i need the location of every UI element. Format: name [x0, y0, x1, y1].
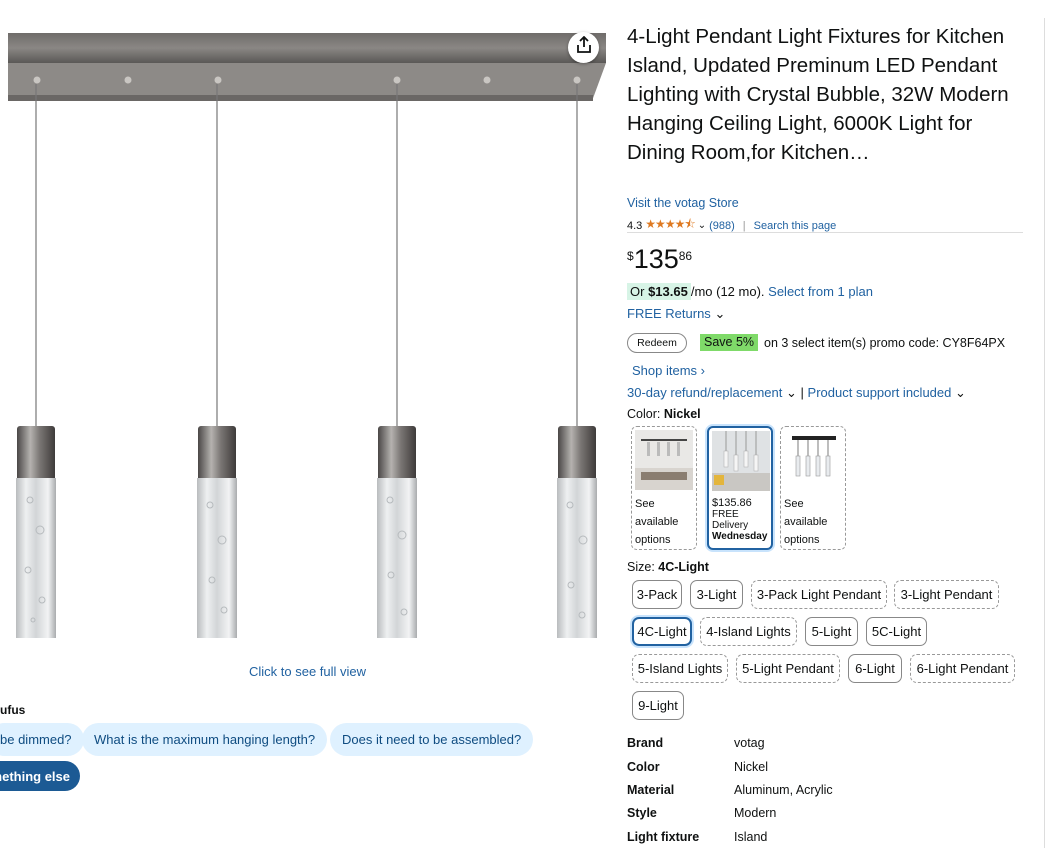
swatch-delivery-day: Wednesday: [712, 531, 768, 542]
rufus-chip-hanging-length[interactable]: What is the maximum hanging length?: [82, 723, 328, 756]
free-returns-label: FREE Returns: [627, 306, 711, 321]
swatch-1-text: See available options: [635, 498, 679, 546]
refund-label: 30-day refund/replacement: [627, 385, 783, 400]
promo-text: on 3 select item(s) promo code: CY8F64PX: [764, 336, 1006, 350]
shop-items-link[interactable]: Shop items ›: [632, 363, 705, 378]
save-badge: Save 5%: [700, 334, 759, 351]
rufus-chip-dimmed[interactable]: be dimmed?: [0, 723, 84, 756]
spec-key-style: Style: [627, 806, 657, 820]
spec-key-brand: Brand: [627, 736, 664, 750]
swatch-fixture-image: [784, 430, 842, 490]
size-label-text: Size:: [627, 560, 655, 574]
chevron-down-icon: ⌄: [786, 385, 797, 400]
size-option-5-light-pendant[interactable]: 5-Light Pendant: [736, 654, 840, 683]
spec-value-material: Aluminum, Acrylic: [734, 783, 833, 797]
size-option-3-pack-light-pendant[interactable]: 3-Pack Light Pendant: [751, 580, 887, 609]
size-option-4-island-lights[interactable]: 4-Island Lights: [700, 617, 797, 646]
size-option-5c-light[interactable]: 5C-Light: [866, 617, 927, 646]
size-option-3-light[interactable]: 3-Light: [690, 580, 743, 609]
product-title: 4-Light Pendant Light Fixtures for Kitch…: [627, 25, 1009, 164]
chevron-down-icon: ⌄: [954, 385, 966, 400]
price-whole: 135: [633, 244, 679, 274]
refund-support-row: 30-day refund/replacement ⌄ | Product su…: [627, 385, 966, 401]
share-button[interactable]: [568, 32, 599, 63]
rating-separator: |: [742, 219, 746, 232]
size-option-3-light-pendant[interactable]: 3-Light Pendant: [894, 580, 999, 609]
monthly-highlight: Or $13.65: [627, 283, 691, 300]
share-icon: [576, 35, 592, 59]
color-swatch-3[interactable]: See available options: [780, 426, 846, 550]
size-option-3-pack[interactable]: 3-Pack: [632, 580, 682, 609]
size-option-4c-light-selected[interactable]: 4C-Light: [632, 617, 692, 646]
swatch-price: $135.86: [712, 497, 752, 509]
divider: [627, 232, 1023, 233]
spec-key-material: Material: [627, 783, 675, 797]
redeem-button[interactable]: Redeem: [627, 333, 687, 353]
free-returns-link[interactable]: FREE Returns ⌄: [627, 306, 725, 322]
size-option-5-light[interactable]: 5-Light: [805, 617, 858, 646]
swatch-kitchen-image: [635, 430, 693, 490]
full-view-link[interactable]: Click to see full view: [249, 664, 366, 679]
color-label: Color: Nickel: [627, 407, 701, 421]
select-plan-link[interactable]: Select from 1 plan: [768, 284, 873, 299]
chevron-down-icon[interactable]: ⌄: [698, 220, 706, 231]
separator: |: [800, 385, 804, 400]
spec-value-brand: votag: [734, 736, 765, 750]
rating-value: 4.3: [627, 219, 643, 232]
support-link[interactable]: Product support included ⌄: [808, 385, 966, 400]
spec-value-color: Nickel: [734, 760, 769, 774]
color-swatch-1[interactable]: See available options: [631, 426, 697, 550]
swatch-2-text: $135.86 FREE Delivery Wednesday: [712, 497, 771, 543]
store-link[interactable]: Visit the votag Store: [627, 196, 739, 210]
support-label: Product support included: [807, 385, 952, 400]
color-label-text: Color:: [627, 407, 661, 421]
spec-key-light-fixture: Light fixture: [627, 830, 700, 844]
spec-value-style: Modern: [734, 806, 777, 820]
size-option-5-island-lights[interactable]: 5-Island Lights: [632, 654, 728, 683]
chevron-down-icon: ⌄: [714, 306, 726, 321]
monthly-suffix: /mo (12 mo).: [690, 284, 765, 299]
rufus-ask-something-else-button[interactable]: mething else: [0, 761, 80, 791]
price-symbol: $: [627, 249, 634, 263]
swatch-delivery: FREE Delivery: [712, 509, 749, 531]
size-option-6-light-pendant[interactable]: 6-Light Pendant: [910, 654, 1015, 683]
color-swatch-nickel-selected[interactable]: $135.86 FREE Delivery Wednesday: [707, 426, 773, 550]
price: $ 135 86: [627, 243, 692, 275]
monthly-payment: Or $13.65/mo (12 mo). Select from 1 plan: [627, 283, 873, 300]
spec-value-light-fixture: Island: [734, 830, 768, 844]
review-count-link[interactable]: (988): [709, 220, 735, 232]
size-option-9-light[interactable]: 9-Light: [632, 691, 684, 720]
search-page-link[interactable]: Search this page: [754, 220, 837, 232]
price-fraction: 86: [678, 249, 693, 263]
size-value: 4C-Light: [658, 560, 709, 574]
color-value: Nickel: [663, 407, 701, 421]
size-option-6-light[interactable]: 6-Light: [848, 654, 902, 683]
monthly-prefix: Or: [630, 284, 645, 299]
right-column-divider: [1044, 18, 1045, 848]
pendant-light-image: [8, 33, 606, 638]
size-label: Size: 4C-Light: [627, 560, 709, 574]
product-main-image[interactable]: [0, 0, 615, 690]
swatch-3-text: See available options: [784, 498, 828, 546]
spec-key-color: Color: [627, 760, 660, 774]
swatch-nickel-image: [712, 431, 770, 491]
refund-link[interactable]: 30-day refund/replacement ⌄: [627, 385, 797, 400]
rufus-label: ufus: [0, 703, 26, 717]
rufus-chip-assembled[interactable]: Does it need to be assembled?: [330, 723, 534, 756]
monthly-amount: $13.65: [648, 284, 688, 299]
